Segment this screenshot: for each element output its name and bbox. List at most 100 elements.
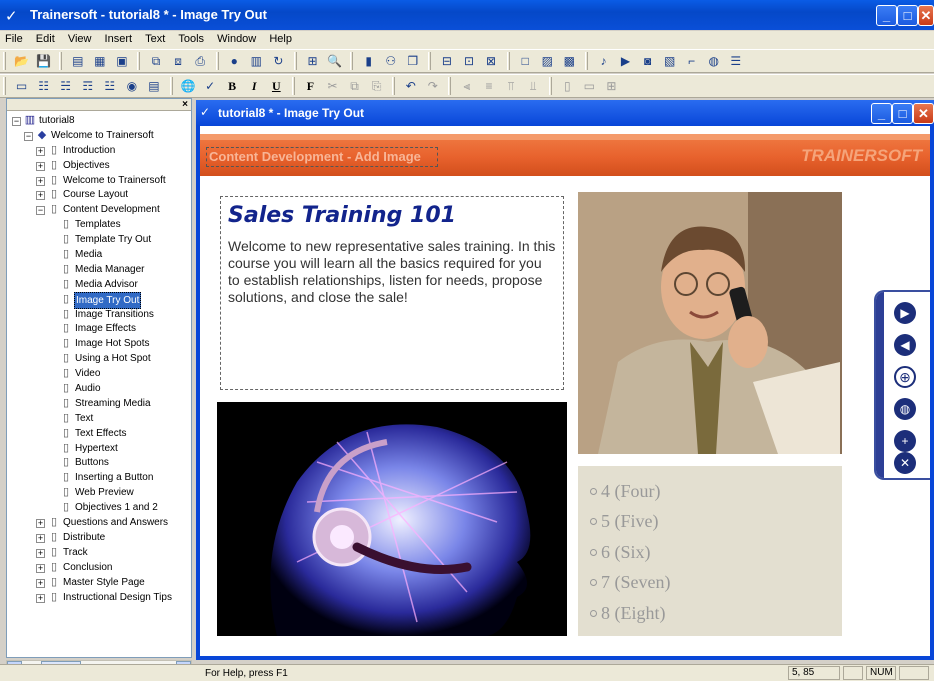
radio-option-seven[interactable]: 7 (Seven)	[578, 568, 842, 599]
menu-edit[interactable]: Edit	[31, 31, 60, 47]
doc-close-button[interactable]: ✕	[913, 103, 934, 124]
menu-file[interactable]: File	[0, 31, 28, 47]
collapse-icon[interactable]: −	[24, 131, 33, 141]
tree-item[interactable]: + ▯ Track	[7, 545, 191, 560]
tree-page[interactable]: ▯ Templates	[7, 217, 191, 232]
spellcheck-icon[interactable]: ✓	[202, 77, 219, 95]
tree-item[interactable]: − ▯ Content Development	[7, 202, 191, 217]
save-icon[interactable]: 💾	[35, 52, 52, 70]
tree-item[interactable]: + ▯ Instructional Design Tips	[7, 590, 191, 605]
tree-page[interactable]: ▯ Video	[7, 366, 191, 381]
size-both-icon[interactable]: ⊞	[603, 77, 620, 95]
refresh-icon[interactable]: ↻	[270, 52, 287, 70]
expand-icon[interactable]: +	[36, 548, 45, 558]
tree-page[interactable]: ▯ Audio	[7, 381, 191, 396]
video-icon[interactable]: ▶	[617, 52, 634, 70]
doc-maximize-button[interactable]: □	[892, 103, 913, 124]
tree-page[interactable]: ▯ Image Transitions	[7, 307, 191, 322]
italic-button[interactable]: I	[246, 77, 263, 95]
tree-page[interactable]: ▯ Image Hot Spots	[7, 336, 191, 351]
expand-icon[interactable]: +	[36, 191, 45, 201]
previous-page-icon[interactable]: ◀	[894, 334, 916, 356]
expand-icon[interactable]: +	[36, 146, 45, 156]
tree-page[interactable]: ▯ Text	[7, 411, 191, 426]
globe-icon[interactable]: ◍	[705, 52, 722, 70]
tree-page[interactable]: ▯ Buttons	[7, 455, 191, 470]
expand-icon[interactable]: +	[36, 533, 45, 543]
radio-button[interactable]	[590, 548, 597, 556]
tree-item[interactable]: + ▯ Master Style Page	[7, 575, 191, 590]
globe-link-icon[interactable]: 🌐	[180, 77, 197, 95]
size-height-icon[interactable]: ▭	[581, 77, 598, 95]
tree-item[interactable]: + ▯ Objectives	[7, 158, 191, 173]
pane-close-icon[interactable]: ×	[182, 99, 188, 110]
next-page-icon[interactable]: ▶	[894, 302, 916, 324]
maximize-button[interactable]: □	[897, 5, 918, 26]
globe-icon[interactable]: ◍	[894, 398, 916, 420]
tree-item[interactable]: + ▯ Distribute	[7, 530, 191, 545]
banner-subtitle[interactable]: Content Development - Add Image	[206, 147, 438, 167]
bold-button[interactable]: B	[224, 77, 241, 95]
tree-item[interactable]: + ▯ Introduction	[7, 143, 191, 158]
sound-icon[interactable]: ♪	[595, 52, 612, 70]
tree-page[interactable]: ▯ Text Effects	[7, 426, 191, 441]
tree-page[interactable]: ▯ Streaming Media	[7, 396, 191, 411]
size-width-icon[interactable]: ▯	[559, 77, 576, 95]
expand-icon[interactable]: +	[36, 563, 45, 573]
exit-icon[interactable]: ✕	[894, 452, 916, 474]
frame-icon[interactable]: ⊟	[438, 52, 455, 70]
copy-page-icon[interactable]: ⧉	[148, 52, 165, 70]
align-top-icon[interactable]: ⫪	[503, 77, 520, 95]
books-icon[interactable]: ▥	[248, 52, 265, 70]
tree-page[interactable]: ▯ Inserting a Button	[7, 470, 191, 485]
image-icon[interactable]: ▨	[539, 52, 556, 70]
collapse-icon[interactable]: −	[36, 206, 45, 216]
tree-item[interactable]: + ▯ Questions and Answers	[7, 515, 191, 530]
layout-icon[interactable]: ⊡	[461, 52, 478, 70]
text-field-icon[interactable]: ▭	[13, 77, 30, 95]
paste-page-icon[interactable]: ⧈	[170, 52, 187, 70]
add-icon[interactable]: +	[894, 430, 916, 452]
undo-icon[interactable]: ↶	[402, 77, 419, 95]
menu-window[interactable]: Window	[212, 31, 261, 47]
new-page-icon[interactable]: □	[517, 52, 534, 70]
menu-tools[interactable]: Tools	[173, 31, 209, 47]
tree-item[interactable]: + ▯ Course Layout	[7, 187, 191, 202]
align-bottom-icon[interactable]: ⫫	[525, 77, 542, 95]
chart-icon[interactable]: ▧	[661, 52, 678, 70]
underline-button[interactable]: U	[268, 77, 285, 95]
expand-icon[interactable]: +	[36, 593, 45, 603]
radio-icon[interactable]: ◉	[123, 77, 140, 95]
print-icon[interactable]: ⎙	[192, 52, 209, 70]
tree-item[interactable]: + ▯ Conclusion	[7, 560, 191, 575]
collapse-icon[interactable]: −	[12, 117, 21, 126]
radio-button[interactable]	[590, 579, 597, 587]
menu-compass-icon[interactable]: ⊕	[894, 366, 916, 388]
radio-button[interactable]	[590, 518, 597, 526]
tree-page[interactable]: ▯ Web Preview	[7, 485, 191, 500]
cut-icon[interactable]: ✂	[324, 77, 341, 95]
tree-page[interactable]: ▯ Objectives 1 and 2	[7, 500, 191, 515]
doc-minimize-button[interactable]: _	[871, 103, 892, 124]
menu-view[interactable]: View	[63, 31, 97, 47]
tree-page[interactable]: ▯ Media	[7, 247, 191, 262]
close-button[interactable]: ✕	[918, 5, 934, 26]
radio-option-eight[interactable]: 8 (Eight)	[578, 598, 842, 629]
binoculars-icon[interactable]: ⚇	[382, 52, 399, 70]
radio-option-four[interactable]: 4 (Four)	[578, 476, 842, 507]
zoom-icon[interactable]: 🔍	[326, 52, 343, 70]
tree-course[interactable]: − ◆ Welcome to Trainersoft	[7, 128, 191, 143]
font-button[interactable]: F	[302, 77, 319, 95]
list-box-icon[interactable]: ☷	[35, 77, 52, 95]
radio-option-five[interactable]: 5 (Five)	[578, 507, 842, 538]
expand-icon[interactable]: +	[36, 176, 45, 186]
businessman-phone-photo[interactable]	[578, 192, 842, 454]
redo-icon[interactable]: ↷	[424, 77, 441, 95]
expand-icon[interactable]: +	[36, 161, 45, 171]
expand-icon[interactable]: +	[36, 519, 45, 529]
combo-icon[interactable]: ☵	[57, 77, 74, 95]
align-center-icon[interactable]: ≡	[481, 77, 498, 95]
radio-option-six[interactable]: 6 (Six)	[578, 537, 842, 568]
menu-text[interactable]: Text	[140, 31, 170, 47]
table-icon[interactable]: ☳	[101, 77, 118, 95]
